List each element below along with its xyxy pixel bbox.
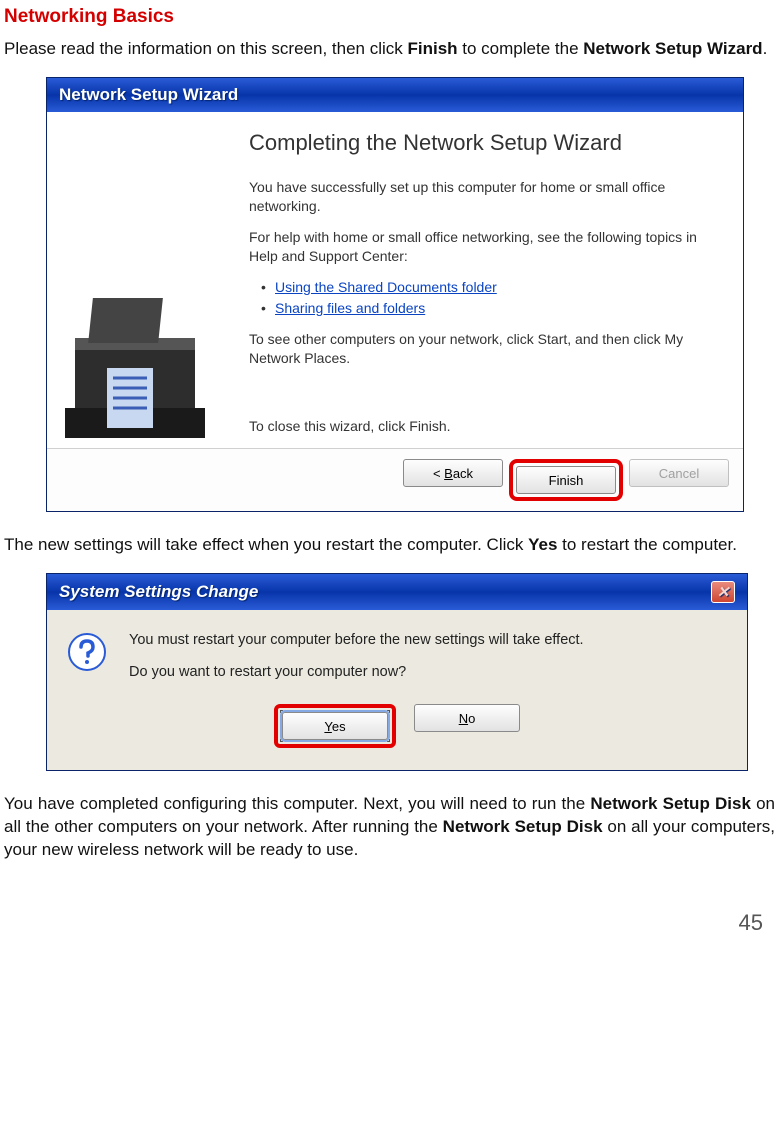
yes-button[interactable]: Yes	[282, 712, 388, 740]
no-post: o	[468, 711, 475, 726]
outro-pre: You have completed configuring this comp…	[4, 794, 590, 813]
msgbox-line1: You must restart your computer before th…	[129, 632, 584, 648]
mid-post: to restart the computer.	[557, 535, 737, 554]
intro-bold-finish: Finish	[408, 39, 458, 58]
intro-paragraph: Please read the information on this scre…	[4, 38, 775, 61]
intro-text: Please read the information on this scre…	[4, 39, 408, 58]
network-setup-wizard-dialog: Network Setup Wizard Completing the Netw…	[46, 77, 744, 512]
list-item: Using the Shared Documents folder	[261, 278, 725, 297]
msgbox-body: You must restart your computer before th…	[47, 610, 747, 704]
mid-paragraph: The new settings will take effect when y…	[4, 534, 775, 557]
wizard-titlebar: Network Setup Wizard	[47, 78, 743, 112]
close-icon[interactable]: ✕	[711, 581, 735, 603]
msgbox-titlebar: System Settings Change ✕	[47, 574, 747, 610]
system-settings-change-dialog: System Settings Change ✕ You must restar…	[46, 573, 748, 771]
intro-bold-wizard: Network Setup Wizard	[583, 39, 762, 58]
msgbox-button-row: Yes No	[47, 704, 747, 770]
wizard-content: Completing the Network Setup Wizard You …	[245, 130, 725, 448]
wizard-dialog-wrapper: Network Setup Wizard Completing the Netw…	[46, 77, 775, 512]
link-shared-documents[interactable]: Using the Shared Documents folder	[275, 279, 497, 295]
cancel-button: Cancel	[629, 459, 729, 487]
msgbox-text: You must restart your computer before th…	[129, 632, 584, 696]
section-heading: Networking Basics	[4, 6, 775, 28]
msgbox-wrapper: System Settings Change ✕ You must restar…	[46, 573, 775, 771]
finish-button[interactable]: Finish	[516, 466, 616, 494]
back-post: ack	[453, 466, 473, 481]
wizard-close-line: To close this wizard, click Finish.	[249, 417, 725, 436]
outro-b2: Network Setup Disk	[443, 817, 603, 836]
back-u: B	[444, 466, 453, 481]
mid-bold: Yes	[528, 535, 557, 554]
wizard-help-list: Using the Shared Documents folder Sharin…	[249, 278, 725, 318]
mid-pre: The new settings will take effect when y…	[4, 535, 528, 554]
page-number: 45	[4, 910, 775, 936]
printer-network-icon	[65, 278, 220, 448]
no-u: N	[459, 711, 468, 726]
back-button[interactable]: < Back	[403, 459, 503, 487]
intro-text-mid: to complete the	[458, 39, 584, 58]
intro-text-post: .	[763, 39, 768, 58]
msgbox-line2: Do you want to restart your computer now…	[129, 664, 584, 680]
outro-b1: Network Setup Disk	[590, 794, 751, 813]
wizard-p1: You have successfully set up this comput…	[249, 178, 725, 216]
yes-u: Y	[324, 719, 331, 734]
link-sharing-files[interactable]: Sharing files and folders	[275, 300, 425, 316]
wizard-body: Completing the Network Setup Wizard You …	[47, 112, 743, 448]
wizard-button-row: < Back Finish Cancel	[47, 448, 743, 511]
msgbox-title: System Settings Change	[59, 582, 258, 602]
wizard-p3: To see other computers on your network, …	[249, 330, 725, 368]
outro-paragraph: You have completed configuring this comp…	[4, 793, 775, 862]
question-icon	[67, 632, 107, 672]
back-pre: <	[433, 466, 444, 481]
wizard-heading: Completing the Network Setup Wizard	[249, 130, 725, 156]
default-focus-ring: Yes	[280, 710, 390, 742]
wizard-p2: For help with home or small office netwo…	[249, 228, 725, 266]
highlight-yes: Yes	[274, 704, 396, 748]
highlight-finish: Finish	[509, 459, 623, 501]
no-button[interactable]: No	[414, 704, 520, 732]
wizard-side-graphic	[65, 130, 245, 448]
list-item: Sharing files and folders	[261, 299, 725, 318]
yes-post: es	[332, 719, 346, 734]
